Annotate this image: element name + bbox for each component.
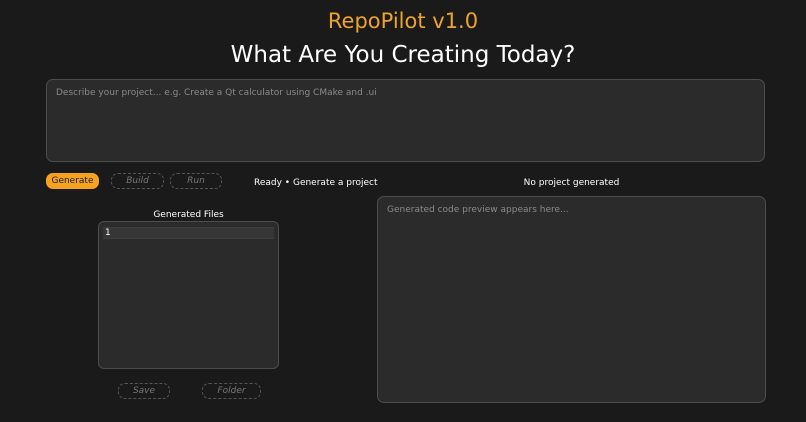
save-button[interactable]: Save	[118, 383, 170, 399]
list-item[interactable]: 1	[103, 227, 274, 239]
status-message: Ready • Generate a project	[254, 178, 378, 188]
app-title: RepoPilot v1.0	[327, 9, 479, 33]
code-preview-area[interactable]	[377, 196, 766, 403]
generated-files-list[interactable]: 1	[98, 221, 279, 369]
build-button[interactable]: Build	[111, 173, 164, 189]
page-headline: What Are You Creating Today?	[230, 42, 576, 68]
run-button[interactable]: Run	[170, 173, 222, 189]
project-status-label: No project generated	[523, 178, 620, 188]
open-folder-button[interactable]: Folder	[202, 383, 261, 399]
generated-files-label: Generated Files	[153, 210, 224, 220]
project-description-input[interactable]	[46, 79, 765, 162]
generate-button[interactable]: Generate	[46, 173, 99, 189]
